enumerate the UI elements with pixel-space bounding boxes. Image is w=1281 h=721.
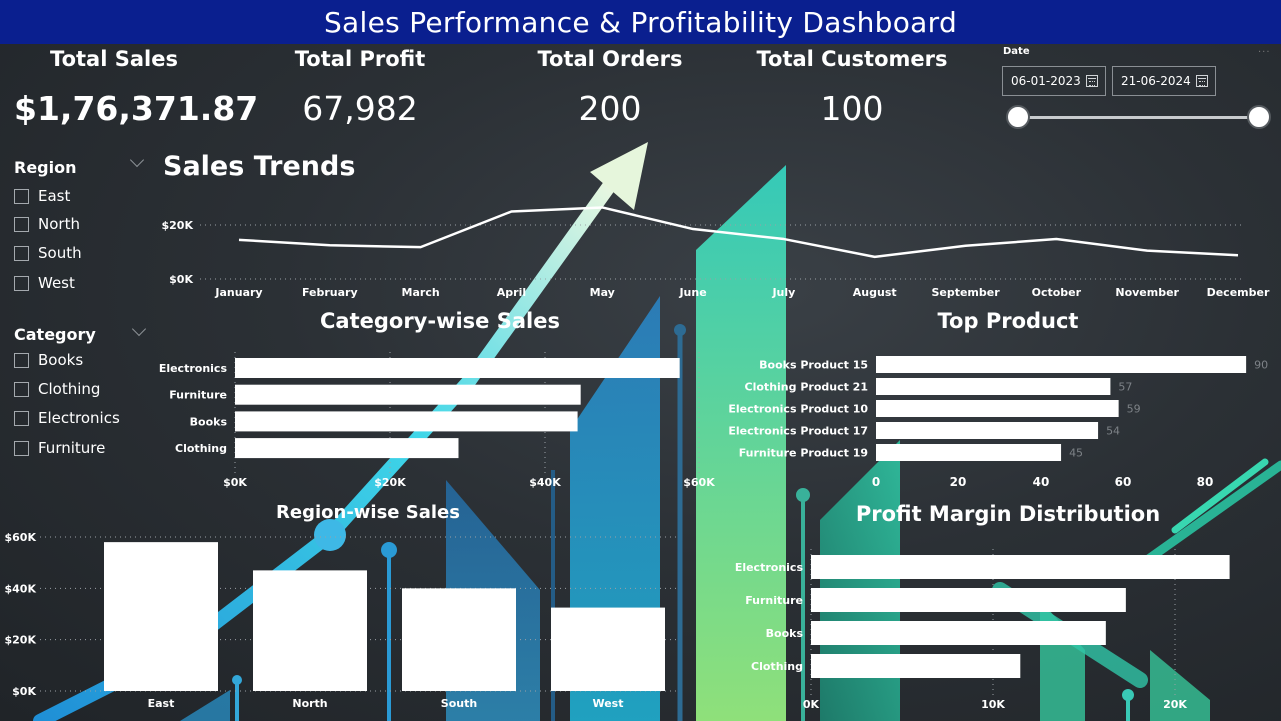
x-tick-label: $40K (529, 476, 561, 489)
sales-trend-line (238, 206, 1239, 259)
data-label: 59 (1127, 403, 1141, 416)
x-tick-label: 0K (803, 698, 820, 711)
bar (551, 607, 665, 691)
bar (876, 444, 1062, 461)
bar (876, 422, 1099, 439)
category-label: Furniture (169, 389, 227, 402)
y-tick-label: $40K (5, 582, 37, 595)
category-label: Electronics Product 17 (728, 425, 868, 438)
category-label: South (441, 697, 477, 710)
charts-layer: $0K $20K January February March April May June J… (5, 206, 1270, 711)
data-label: 57 (1118, 381, 1132, 394)
bar (876, 356, 1247, 373)
category-label: Electronics (735, 561, 804, 574)
x-tick-label: $0K (223, 476, 247, 489)
x-tick-label: February (302, 286, 358, 299)
x-tick-label: May (590, 286, 615, 299)
x-tick-label: April (497, 286, 526, 299)
x-tick-label: 80 (1197, 475, 1214, 489)
category-label: Clothing (751, 660, 803, 673)
category-label: Electronics Product 10 (728, 403, 868, 416)
y-tick-label: $60K (5, 531, 37, 544)
bar (235, 411, 578, 432)
y-tick-label: $20K (5, 634, 37, 647)
data-label: 90 (1254, 359, 1268, 372)
bar (876, 400, 1119, 417)
x-tick-label: 20 (950, 475, 967, 489)
x-tick-label: June (678, 286, 706, 299)
bar (235, 384, 581, 405)
x-tick-label: August (853, 286, 897, 299)
x-tick-label: October (1032, 286, 1082, 299)
x-tick-label: 60 (1115, 475, 1132, 489)
x-tick-label: 0 (872, 475, 880, 489)
y-tick-label: $20K (162, 219, 194, 232)
x-tick-label: 10K (981, 698, 1005, 711)
bar (811, 555, 1230, 579)
bar (876, 378, 1111, 395)
bar (402, 588, 516, 691)
x-tick-label: $60K (683, 476, 715, 489)
bar (811, 621, 1106, 645)
x-tick-label: September (931, 286, 1000, 299)
x-tick-label: March (402, 286, 440, 299)
x-tick-label: 20K (1163, 698, 1187, 711)
x-tick-label: 40 (1033, 475, 1050, 489)
x-tick-label: July (771, 286, 795, 299)
x-tick-label: $20K (374, 476, 406, 489)
x-tick-label: January (214, 286, 262, 299)
bar (253, 570, 367, 691)
x-tick-label: November (1115, 286, 1179, 299)
category-label: East (148, 697, 175, 710)
category-label: Clothing Product 21 (745, 381, 868, 394)
data-label: 45 (1069, 447, 1083, 460)
y-tick-label: $0K (12, 685, 36, 698)
category-label: Furniture Product 19 (739, 447, 868, 460)
category-label: Furniture (745, 594, 803, 607)
category-label: West (592, 697, 623, 710)
bar (104, 542, 218, 691)
data-label: 54 (1106, 425, 1120, 438)
category-label: Electronics (159, 362, 228, 375)
category-label: North (292, 697, 327, 710)
x-tick-label: December (1207, 286, 1270, 299)
category-label: Books (190, 415, 228, 428)
category-label: Clothing (175, 442, 227, 455)
bar (811, 588, 1126, 612)
bar (235, 438, 459, 459)
bar (811, 654, 1021, 678)
dashboard-canvas: Sales Performance & Profitability Dashbo… (0, 0, 1281, 721)
y-tick-label: $0K (169, 273, 193, 286)
category-label: Books (766, 627, 804, 640)
category-label: Books Product 15 (759, 359, 868, 372)
bar (235, 358, 680, 378)
